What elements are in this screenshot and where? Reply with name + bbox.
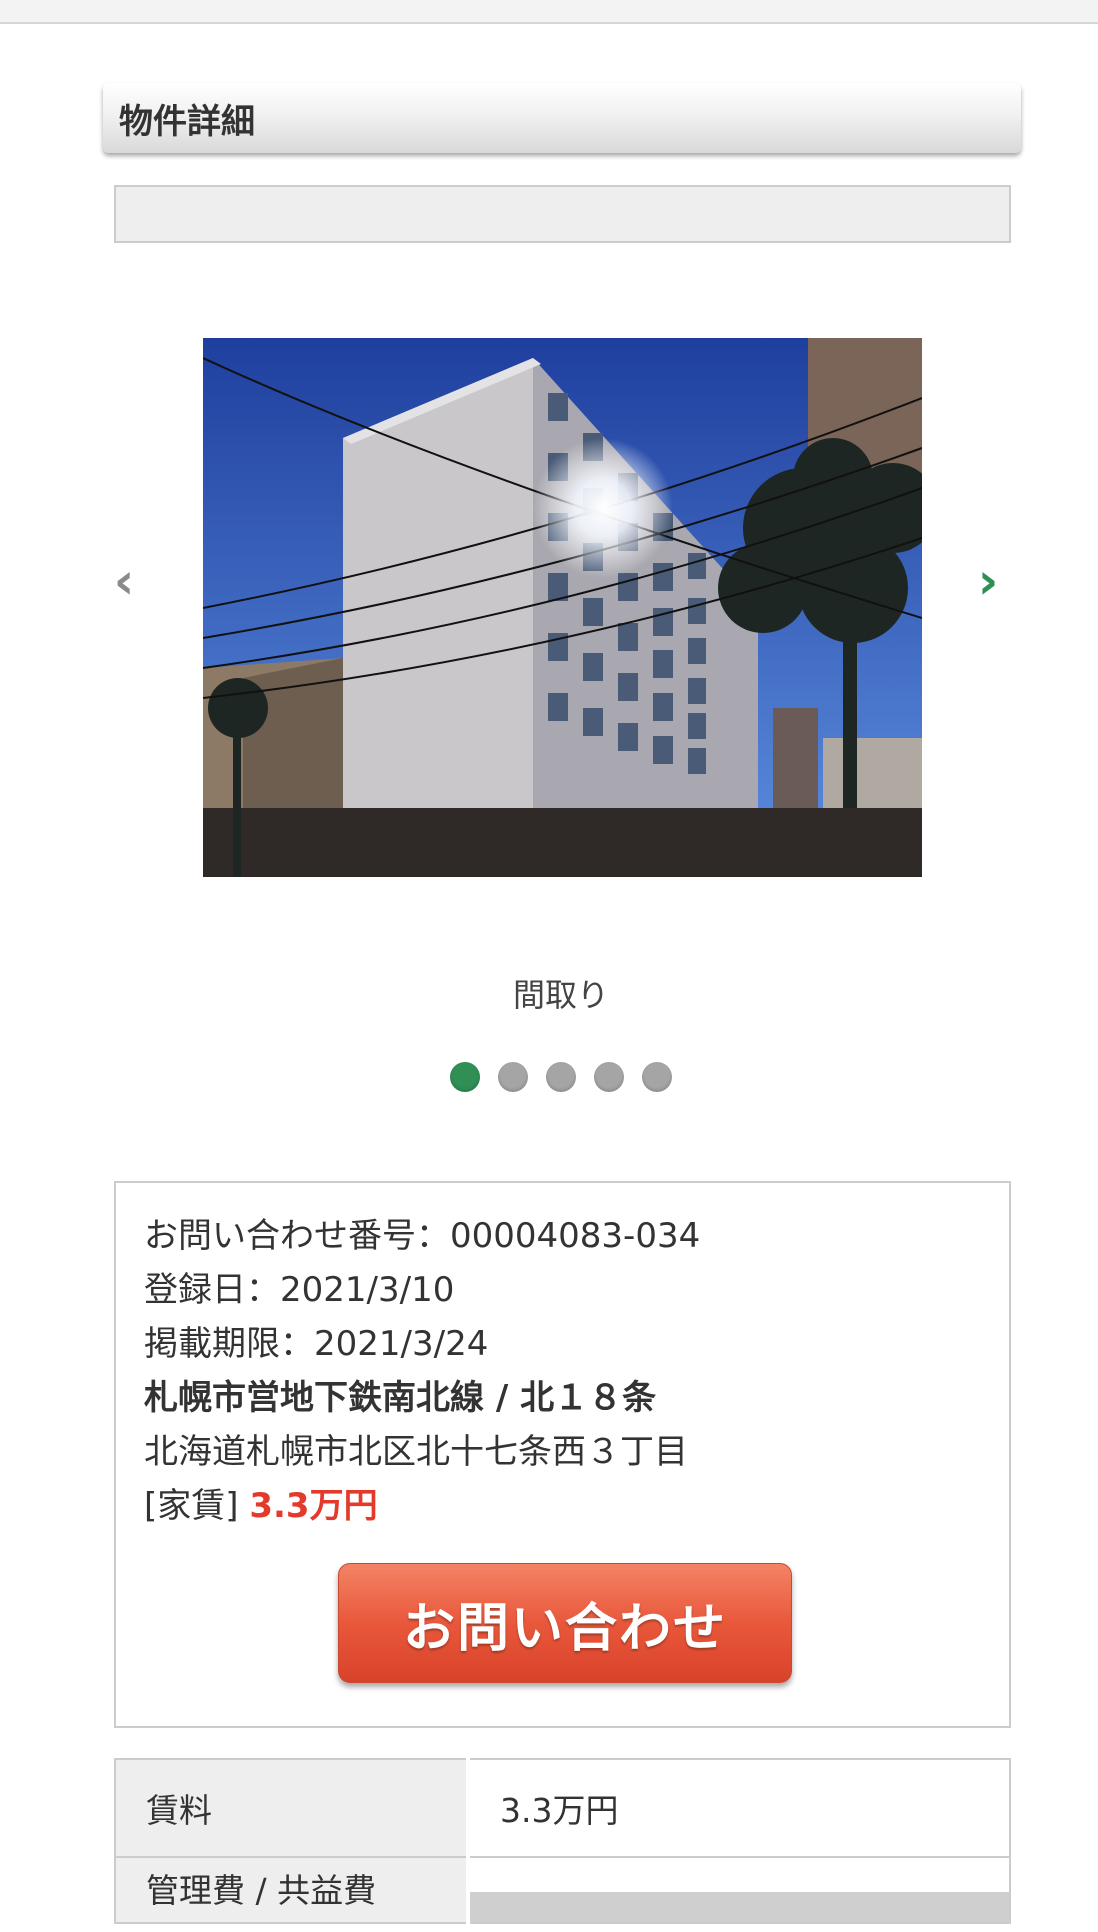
sub-header-bar — [114, 185, 1011, 243]
carousel-dot-1[interactable] — [450, 1062, 480, 1092]
detail-label: 管理費 / 共益費 — [114, 1856, 470, 1924]
property-summary-box: お問い合わせ番号：00004083-034 登録日：2021/3/10 掲載期限… — [114, 1181, 1011, 1728]
address: 北海道札幌市北区北十七条西３丁目 — [144, 1432, 688, 1472]
listing-expiry: 掲載期限：2021/3/24 — [144, 1324, 489, 1364]
carousel-dot-5[interactable] — [642, 1062, 672, 1092]
carousel-next-icon[interactable]: › — [968, 556, 1008, 606]
rent-label: [家賃] — [144, 1486, 250, 1526]
section-title: 物件詳細 — [119, 101, 255, 142]
carousel-prev-icon[interactable]: ‹ — [104, 556, 144, 606]
detail-value — [467, 1856, 1011, 1924]
station-line: 札幌市営地下鉄南北線 / 北１８条 — [144, 1378, 657, 1418]
rent-line: [家賃] 3.3万円 — [144, 1479, 1009, 1533]
photo-caption: 間取り — [512, 976, 609, 1014]
detail-value: 3.3万円 — [467, 1758, 1011, 1858]
inquiry-number: お問い合わせ番号：00004083-034 — [144, 1216, 701, 1256]
detail-table: 賃料 3.3万円 管理費 / 共益費 — [114, 1758, 1011, 1924]
property-photo[interactable] — [203, 338, 922, 877]
detail-label: 賃料 — [114, 1758, 470, 1858]
contact-button[interactable]: お問い合わせ — [338, 1563, 792, 1683]
table-row: 管理費 / 共益費 — [114, 1856, 1011, 1924]
rent-value: 3.3万円 — [249, 1486, 378, 1526]
carousel-dot-2[interactable] — [498, 1062, 528, 1092]
carousel-dot-3[interactable] — [546, 1062, 576, 1092]
section-header: 物件詳細 — [103, 83, 1021, 153]
registered-date: 登録日：2021/3/10 — [144, 1270, 455, 1310]
table-row: 賃料 3.3万円 — [114, 1758, 1011, 1858]
building-photo-illustration — [203, 338, 922, 877]
carousel-pagination — [0, 1062, 1098, 1092]
carousel-dot-4[interactable] — [594, 1062, 624, 1092]
browser-top-bar — [0, 0, 1098, 24]
